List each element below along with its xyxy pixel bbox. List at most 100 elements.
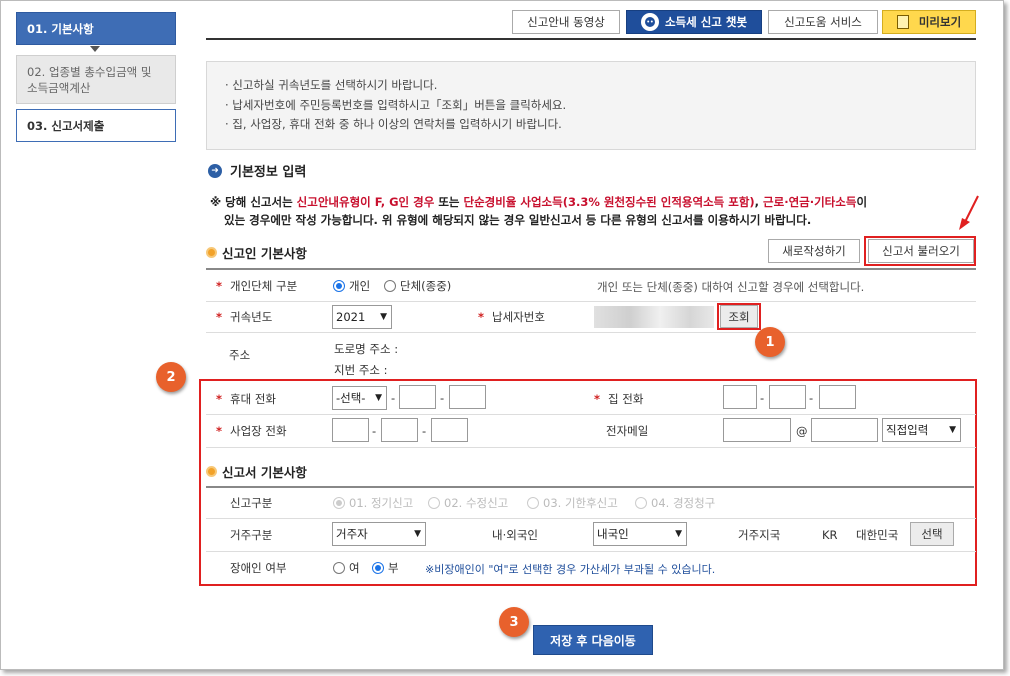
preview-button[interactable]: 미리보기 bbox=[882, 10, 976, 34]
chevron-down-icon: ▼ bbox=[675, 529, 682, 539]
row-divider bbox=[206, 332, 976, 333]
dash: - bbox=[809, 391, 814, 405]
step-badge-3: 3 bbox=[499, 607, 529, 637]
mobile-prefix-select[interactable]: -선택- ▼ bbox=[332, 386, 387, 410]
header-divider bbox=[206, 38, 976, 40]
table-top-border bbox=[206, 268, 976, 270]
radio-unchecked-icon bbox=[635, 497, 647, 509]
disability-no-radio[interactable]: 부 bbox=[372, 557, 399, 579]
chevron-down-icon: ▼ bbox=[375, 393, 382, 403]
email-domain-input[interactable] bbox=[811, 418, 878, 442]
disability-yes-radio[interactable]: 여 bbox=[333, 557, 360, 579]
year-label: * 귀속년도 bbox=[216, 310, 273, 324]
taxpayer-number-input[interactable] bbox=[594, 306, 714, 328]
radio-unchecked-icon bbox=[333, 562, 345, 574]
chevron-down-icon: ▼ bbox=[414, 529, 421, 539]
home-last-input[interactable] bbox=[819, 385, 856, 409]
reporter-section-title: 신고인 기본사항 bbox=[206, 243, 307, 262]
mobile-middle-input[interactable] bbox=[399, 385, 436, 409]
radio-checked-icon bbox=[333, 497, 345, 509]
country-code: KR bbox=[822, 528, 838, 542]
disability-label: 장애인 여부 bbox=[230, 561, 287, 575]
eligibility-warning: ※ 당해 신고서는 신고안내유형이 F, G인 경우 또는 단순경비율 사업소득… bbox=[210, 195, 868, 227]
road-address: 도로명 주소 : bbox=[334, 342, 399, 356]
country-name: 대한민국 bbox=[856, 528, 899, 542]
taxpayer-label: * 납세자번호 bbox=[478, 310, 545, 324]
report-kind-label: 신고구분 bbox=[230, 496, 273, 510]
nationality-select[interactable]: 내국인 ▼ bbox=[593, 522, 687, 546]
kind-regular-radio[interactable]: 01. 정기신고 bbox=[333, 492, 413, 514]
address-label: 주소 bbox=[229, 348, 251, 362]
dash: - bbox=[760, 391, 765, 405]
work-phone-label: * 사업장 전화 bbox=[216, 424, 287, 438]
highlight-load-button bbox=[864, 236, 976, 266]
home-middle-input[interactable] bbox=[769, 385, 806, 409]
dash: - bbox=[391, 391, 396, 405]
sidebar-step-income[interactable]: 02. 업종별 총수입금액 및 소득금액계산 bbox=[16, 55, 176, 104]
basic-info-title: ➜ 기본정보 입력 bbox=[208, 161, 306, 180]
kind-late-radio[interactable]: 03. 기한후신고 bbox=[527, 492, 618, 514]
highlight-contact-section bbox=[199, 379, 977, 586]
bullet-icon bbox=[206, 247, 217, 258]
report-table-border bbox=[206, 486, 974, 488]
notice-box: · 신고하실 귀속년도를 선택하시기 바랍니다. · 납세자번호에 주민등록번호… bbox=[206, 61, 976, 150]
kind-correction-radio[interactable]: 04. 경정청구 bbox=[635, 492, 715, 514]
help-service-button[interactable]: 신고도움 서비스 bbox=[768, 10, 878, 34]
step-badge-2: 2 bbox=[156, 362, 186, 392]
kind-amended-radio[interactable]: 02. 수정신고 bbox=[428, 492, 508, 514]
year-select[interactable]: 2021 ▼ bbox=[332, 305, 392, 329]
type-hint: 개인 또는 단체(종중) 대하여 신고할 경우에 선택합니다. bbox=[597, 280, 865, 294]
radio-checked-icon bbox=[372, 562, 384, 574]
chevron-down-icon: ▼ bbox=[949, 425, 956, 435]
email-label: 전자메일 bbox=[606, 424, 649, 438]
row-divider bbox=[206, 518, 976, 519]
lot-address: 지번 주소 : bbox=[334, 363, 388, 377]
sidebar-step-submit[interactable]: 03. 신고서제출 bbox=[16, 109, 176, 142]
disability-note: ※비장애인이 "여"로 선택한 경우 가산세가 부과될 수 있습니다. bbox=[425, 563, 716, 576]
nationality-label: 내·외국인 bbox=[492, 528, 538, 542]
residence-select[interactable]: 거주자 ▼ bbox=[332, 522, 426, 546]
work-middle-input[interactable] bbox=[381, 418, 418, 442]
report-section-title: 신고서 기본사항 bbox=[206, 462, 307, 481]
email-at-sign: @ bbox=[796, 424, 808, 438]
video-guide-button[interactable]: 신고안내 동영상 bbox=[512, 10, 620, 34]
email-local-input[interactable] bbox=[723, 418, 791, 442]
type-label: * 개인단체 구분 bbox=[216, 279, 298, 293]
new-form-button[interactable]: 새로작성하기 bbox=[768, 239, 860, 263]
chatbot-button[interactable]: 소득세 신고 챗봇 bbox=[626, 10, 762, 34]
type-group-radio[interactable]: 단체(종중) bbox=[384, 275, 451, 297]
residence-label: 거주구분 bbox=[230, 528, 273, 542]
mobile-label: * 휴대 전화 bbox=[216, 392, 276, 406]
chatbot-icon bbox=[640, 13, 659, 31]
bullet-icon bbox=[206, 466, 217, 477]
radio-unchecked-icon bbox=[384, 280, 396, 292]
email-domain-select[interactable]: 직접입력 ▼ bbox=[882, 418, 961, 442]
country-label: 거주지국 bbox=[738, 528, 781, 542]
row-divider bbox=[206, 551, 976, 552]
home-area-input[interactable] bbox=[723, 385, 757, 409]
highlight-lookup bbox=[717, 303, 761, 330]
dash: - bbox=[440, 391, 445, 405]
arrow-right-icon: ➜ bbox=[208, 163, 222, 178]
row-divider bbox=[206, 447, 976, 448]
type-individual-radio[interactable]: 개인 bbox=[333, 275, 370, 297]
home-phone-label: * 집 전화 bbox=[594, 392, 644, 406]
step-badge-1: 1 bbox=[755, 327, 785, 357]
document-icon bbox=[896, 15, 909, 29]
row-divider bbox=[206, 414, 976, 415]
row-divider bbox=[206, 301, 976, 302]
work-area-input[interactable] bbox=[332, 418, 369, 442]
dash: - bbox=[422, 424, 427, 438]
work-last-input[interactable] bbox=[431, 418, 468, 442]
radio-checked-icon bbox=[333, 280, 345, 292]
radio-unchecked-icon bbox=[527, 497, 539, 509]
dash: - bbox=[372, 424, 377, 438]
country-select-button[interactable]: 선택 bbox=[910, 522, 954, 546]
step-arrow-icon bbox=[90, 46, 100, 52]
mobile-last-input[interactable] bbox=[449, 385, 486, 409]
chevron-down-icon: ▼ bbox=[380, 312, 387, 322]
pointer-arrow-icon bbox=[959, 195, 979, 230]
sidebar-step-basic[interactable]: 01. 기본사항 bbox=[16, 12, 176, 45]
save-next-button[interactable]: 저장 후 다음이동 bbox=[533, 625, 653, 655]
radio-unchecked-icon bbox=[428, 497, 440, 509]
